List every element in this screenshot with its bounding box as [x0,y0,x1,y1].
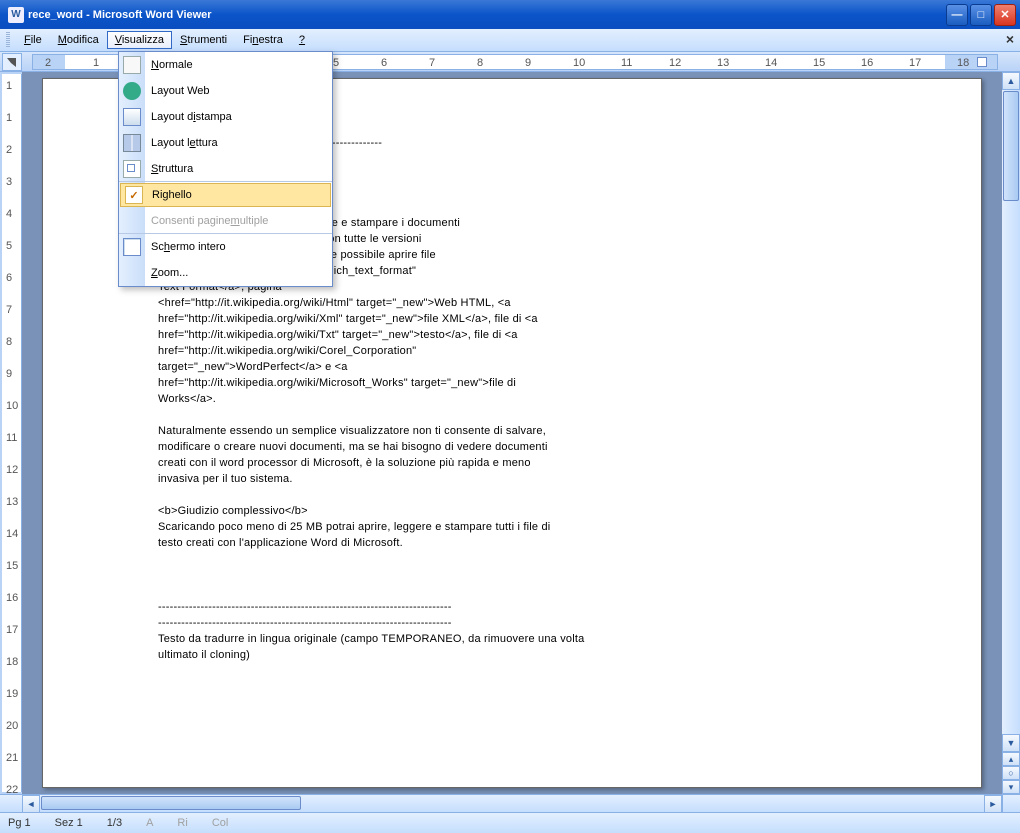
right-indent-marker[interactable] [977,57,987,67]
tab-selector[interactable] [2,53,22,71]
browse-object-buttons: ▴ ○ ▾ [1002,752,1020,794]
menuitem-layout-lettura[interactable]: Layout lettura [119,130,332,156]
minimize-button[interactable]: — [946,4,968,26]
status-line: Ri [177,817,187,829]
status-at: A [146,817,153,829]
statusbar: Pg 1 Sez 1 1/3 A Ri Col [0,812,1020,833]
menu-modifica[interactable]: Modifica [50,31,107,49]
horizontal-scrollbar-row: ◄ ► [0,794,1020,812]
normal-view-icon [123,56,141,74]
menuitem-layout-stampa[interactable]: Layout di stampa [119,104,332,130]
menuitem-zoom[interactable]: Zoom... [119,260,332,286]
checkmark-icon: ✓ [125,186,143,204]
status-section: Sez 1 [55,817,83,829]
menu-visualizza[interactable]: Visualizza [107,31,172,49]
menuitem-layout-web[interactable]: Layout Web [119,78,332,104]
close-button[interactable]: ✕ [994,4,1016,26]
scroll-down-button[interactable]: ▼ [1002,734,1020,752]
menubar: File Modifica Visualizza Strumenti Fines… [0,29,1020,52]
web-layout-icon [123,82,141,100]
menu-help[interactable]: ? [291,31,313,49]
menuitem-struttura[interactable]: Struttura [119,156,332,182]
next-page-button[interactable]: ▾ [1002,780,1020,794]
maximize-button[interactable]: □ [970,4,992,26]
menuitem-righello[interactable]: ✓ Righello [120,183,331,207]
vertical-ruler[interactable]: 112345678910111213141516171819202122 [2,74,22,792]
visualizza-dropdown: Normale Layout Web Layout di stampa Layo… [118,51,333,287]
vertical-scroll-thumb[interactable] [1003,91,1019,201]
outline-icon [123,160,141,178]
vertical-scrollbar[interactable]: ▲ ▼ ▴ ○ ▾ [1002,72,1020,794]
status-col: Col [212,817,229,829]
reading-layout-icon [123,134,141,152]
menu-file[interactable]: File [16,31,50,49]
toolbar-grip[interactable] [6,32,10,48]
menuitem-normale[interactable]: Normale [119,52,332,78]
app-icon: W [8,7,24,23]
scroll-left-button[interactable]: ◄ [22,795,40,813]
status-page: Pg 1 [8,817,31,829]
close-document-button[interactable]: × [1006,31,1014,47]
prev-page-button[interactable]: ▴ [1002,752,1020,766]
select-browse-object-button[interactable]: ○ [1002,766,1020,780]
window-title: rece_word - Microsoft Word Viewer [28,9,946,21]
horizontal-scroll-track[interactable] [40,795,984,812]
menuitem-schermo-intero[interactable]: Schermo intero [119,234,332,260]
menu-finestra[interactable]: Finestra [235,31,291,49]
menuitem-consenti-pagine: Consenti pagine multiple [119,208,332,234]
print-layout-icon [123,108,141,126]
vertical-scroll-track[interactable] [1002,202,1020,734]
fullscreen-icon [123,238,141,256]
status-pages: 1/3 [107,817,122,829]
horizontal-scroll-thumb[interactable] [41,796,301,810]
menu-strumenti[interactable]: Strumenti [172,31,235,49]
scroll-up-button[interactable]: ▲ [1002,72,1020,90]
horizontal-scrollbar[interactable]: ◄ ► [22,795,1002,812]
scroll-right-button[interactable]: ► [984,795,1002,813]
window-buttons: — □ ✕ [946,4,1016,26]
titlebar: W rece_word - Microsoft Word Viewer — □ … [0,0,1020,29]
